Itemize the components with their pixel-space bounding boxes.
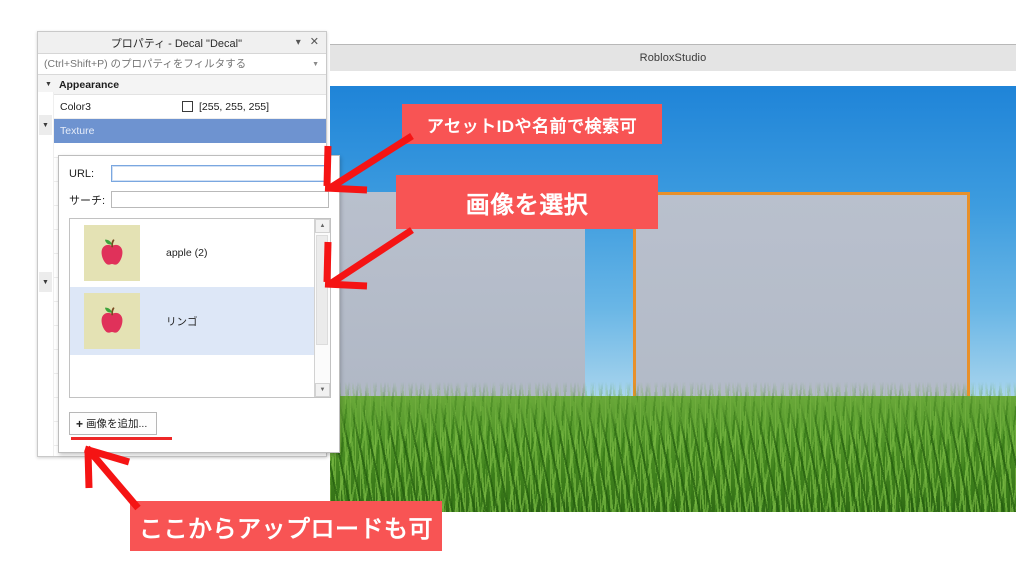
property-group-label: Appearance	[59, 79, 119, 91]
roblox-studio-title-text: RobloxStudio	[640, 52, 707, 64]
search-label: サーチ:	[69, 192, 111, 208]
url-input[interactable]	[111, 165, 329, 182]
plus-icon: +	[76, 418, 83, 430]
url-field-row: URL:	[69, 165, 329, 182]
annotation-text: 画像を選択	[466, 185, 589, 220]
image-thumbnail	[84, 293, 140, 349]
image-list[interactable]: apple (2) リンゴ	[70, 219, 314, 397]
3d-viewport[interactable]	[330, 86, 1016, 512]
chevron-down-icon[interactable]: ▾	[296, 38, 301, 48]
texture-picker-popup: URL: サーチ: apple (2)	[58, 155, 340, 453]
add-image-button-label: 画像を追加...	[86, 416, 147, 431]
properties-panel-title: プロパティ - Decal "Decal"	[38, 35, 289, 51]
annotation-arrow-to-url-field	[316, 128, 426, 208]
annotation-text: アセットIDや名前で検索可	[427, 112, 637, 137]
triangle-down-icon: ▼	[42, 279, 49, 286]
properties-filter-row[interactable]: ▼	[38, 54, 326, 75]
color-swatch-icon[interactable]	[182, 101, 193, 112]
add-image-button[interactable]: + 画像を追加...	[69, 412, 157, 435]
gutter-collapse-button-1[interactable]: ▼	[39, 115, 52, 135]
properties-panel-titlebar: プロパティ - Decal "Decal" ▾ ✕	[38, 32, 326, 54]
screenshot-root: RobloxStudio プロパティ - Decal "Decal" ▾ ✕ ▼…	[0, 0, 1024, 577]
search-input[interactable]	[111, 191, 329, 208]
search-field-row: サーチ:	[69, 191, 329, 208]
apple-icon	[92, 235, 132, 275]
list-item-label: apple (2)	[166, 247, 207, 259]
properties-filter-input[interactable]	[38, 58, 312, 70]
property-value: [255, 255, 255]	[199, 101, 269, 113]
caret-down-icon[interactable]: ▼	[312, 61, 326, 68]
list-item[interactable]: apple (2)	[70, 219, 314, 287]
annotation-select-image: 画像を選択	[396, 175, 658, 229]
gutter-collapse-button-2[interactable]: ▼	[39, 272, 52, 292]
url-label: URL:	[69, 168, 111, 180]
property-group-appearance[interactable]: ▼ Appearance	[38, 75, 326, 95]
roblox-studio-titlebar: RobloxStudio	[330, 44, 1016, 72]
property-row-color3[interactable]: Color3 [255, 255, 255]	[38, 95, 326, 119]
list-item[interactable]: リンゴ	[70, 287, 314, 355]
properties-gutter: ▼ ▼	[38, 92, 54, 456]
image-list-container: apple (2) リンゴ ▲ ▼	[69, 218, 331, 398]
image-thumbnail	[84, 225, 140, 281]
toolbar-strip	[330, 71, 1016, 82]
annotation-search-hint: アセットIDや名前で検索可	[402, 104, 662, 144]
annotation-arrow-to-add-button	[76, 440, 186, 520]
triangle-down-icon: ▼	[42, 122, 49, 129]
list-item-label: リンゴ	[166, 314, 198, 329]
scroll-down-arrow-icon[interactable]: ▼	[315, 383, 330, 397]
grass-terrain	[330, 396, 1016, 512]
triangle-down-icon[interactable]: ▼	[45, 81, 52, 88]
apple-icon	[92, 303, 132, 343]
close-icon[interactable]: ✕	[310, 37, 319, 48]
annotation-arrow-to-image-list	[316, 222, 426, 304]
property-name: Color3	[38, 101, 175, 113]
